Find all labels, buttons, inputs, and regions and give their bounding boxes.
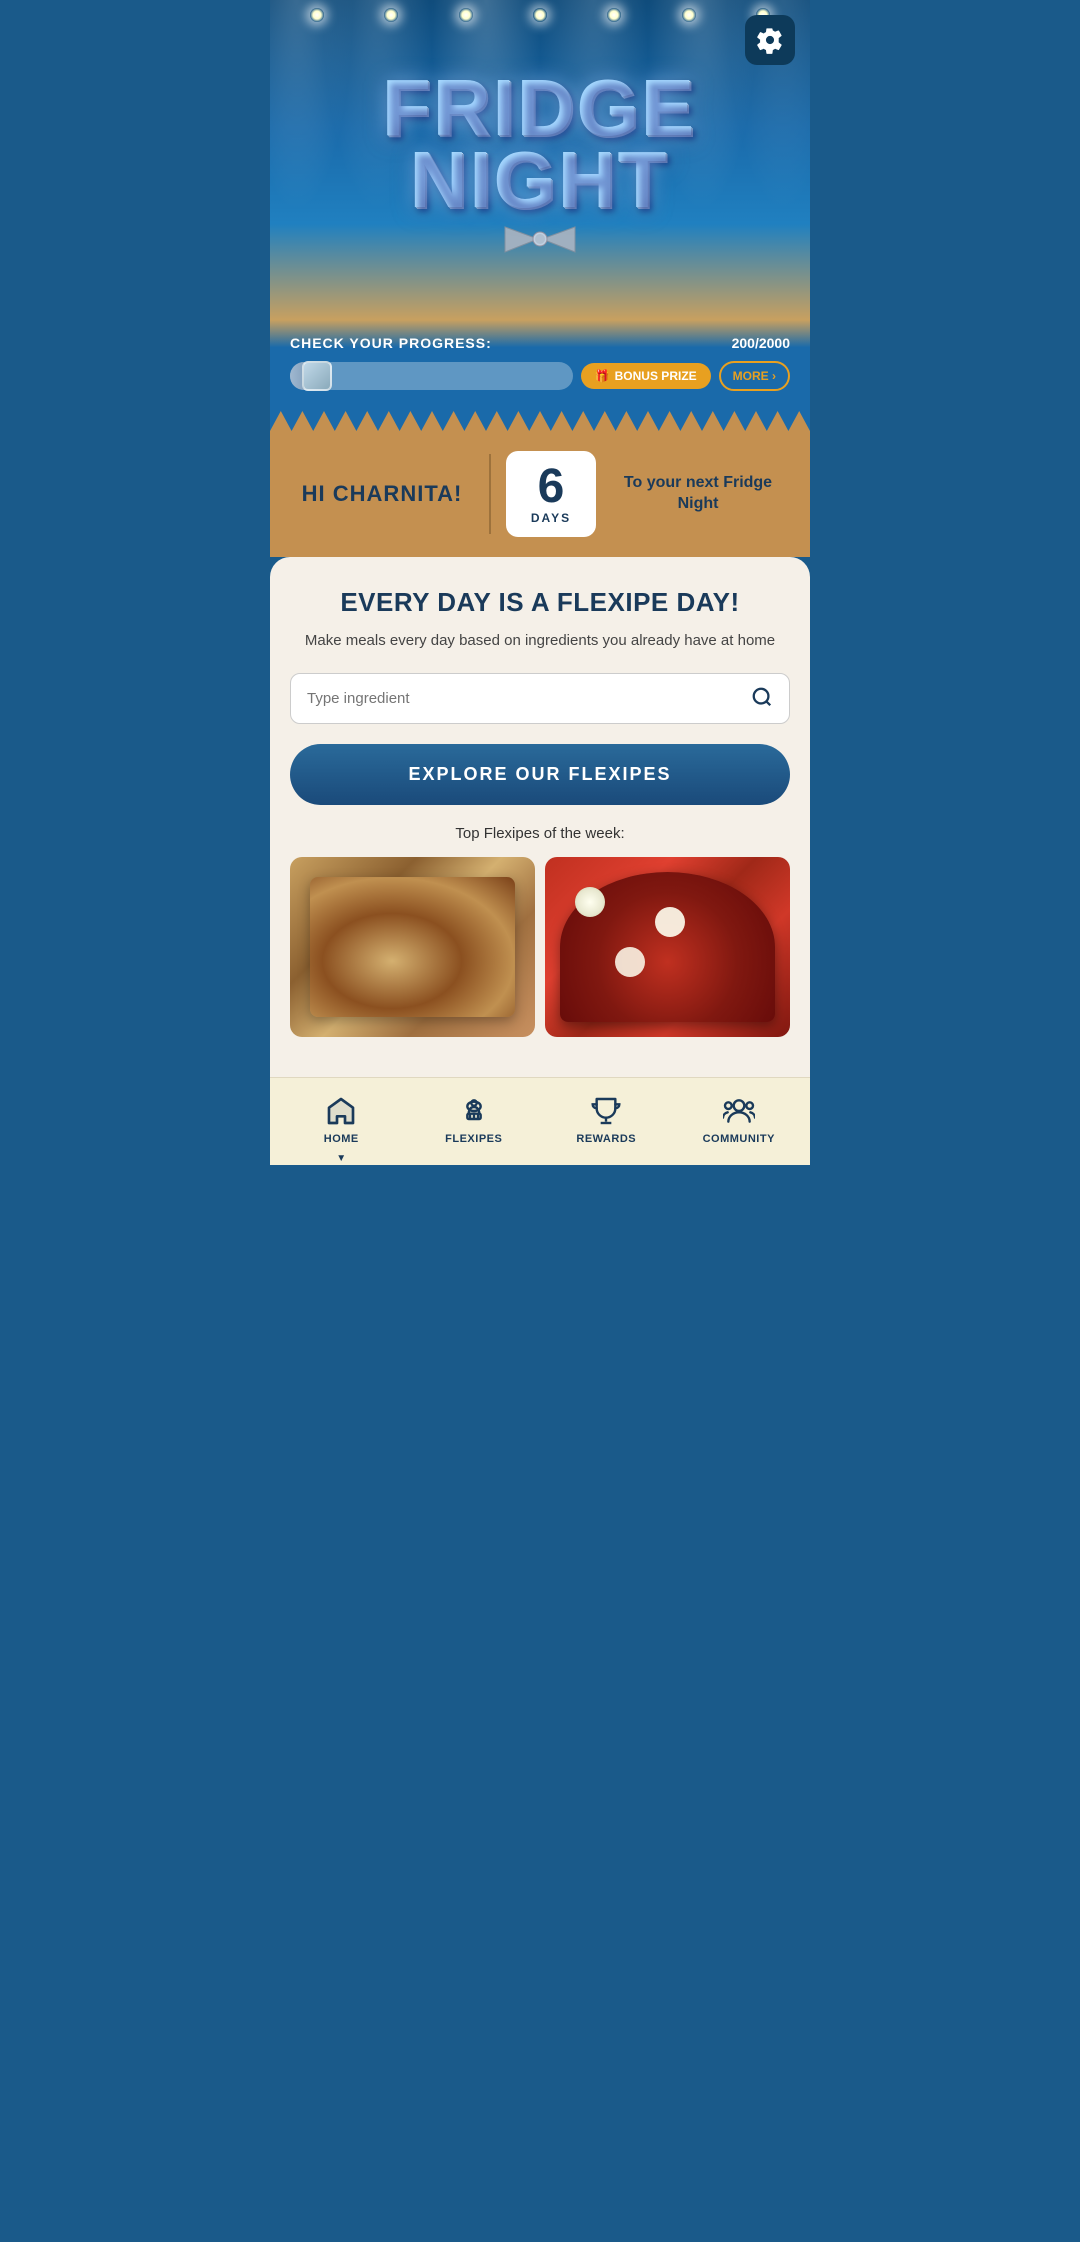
- ticket-top-edge: [270, 411, 810, 431]
- recipe-card[interactable]: [290, 857, 535, 1037]
- ingredient-search-input[interactable]: [307, 690, 751, 707]
- spotlight-dot: [310, 8, 324, 22]
- nav-item-rewards[interactable]: REWARDS: [540, 1088, 673, 1150]
- flexipe-subtitle: Make meals every day based on ingredient…: [290, 630, 790, 653]
- nav-item-home[interactable]: HOME: [275, 1088, 408, 1150]
- nav-flexipes-label: FLEXIPES: [445, 1133, 502, 1145]
- bottom-nav: HOME FLEXIPES: [270, 1077, 810, 1165]
- gear-icon: [756, 26, 784, 54]
- home-icon: [323, 1093, 359, 1129]
- community-svg: [723, 1095, 755, 1127]
- progress-thumb: [302, 361, 332, 391]
- ticket-section: HI CHARNITA! 6 DAYS To your next Fridge …: [270, 411, 810, 557]
- bonus-prize-label: BONUS PRIZE: [615, 369, 697, 383]
- ticket-content: HI CHARNITA! 6 DAYS To your next Fridge …: [270, 431, 810, 557]
- spotlight-dot: [607, 8, 621, 22]
- days-label: DAYS: [524, 511, 578, 525]
- logo-container: FRIDGE NIGHT: [383, 73, 697, 257]
- search-box[interactable]: [290, 673, 790, 724]
- progress-bar-fill: [290, 362, 318, 390]
- bonus-prize-button[interactable]: 🎁 BONUS PRIZE: [581, 363, 711, 389]
- days-number: 6: [524, 463, 578, 511]
- settings-button[interactable]: [745, 15, 795, 65]
- nav-rewards-label: REWARDS: [576, 1133, 636, 1145]
- spotlight-dot: [384, 8, 398, 22]
- progress-label: CHECK YOUR PROGRESS:: [290, 335, 492, 351]
- progress-header: CHECK YOUR PROGRESS: 200/2000: [290, 335, 790, 351]
- trophy-icon: [588, 1093, 624, 1129]
- home-svg: [325, 1095, 357, 1127]
- chef-svg: [458, 1095, 490, 1127]
- progress-bar-container: 🎁 BONUS PRIZE MORE ›: [290, 361, 790, 391]
- trophy-svg: [590, 1095, 622, 1127]
- flexipe-heading: EVERY DAY IS A FLEXIPE DAY!: [290, 587, 790, 618]
- recipe-grid: [290, 857, 790, 1037]
- search-icon-button[interactable]: [751, 686, 773, 711]
- spotlight-dots: [270, 0, 810, 30]
- greeting-text: HI CHARNITA!: [290, 481, 474, 507]
- spotlight-dot: [682, 8, 696, 22]
- spotlight-dot: [459, 8, 473, 22]
- top-flexipes-label: Top Flexipes of the week:: [290, 825, 790, 842]
- spotlight-dot: [533, 8, 547, 22]
- recipe-card[interactable]: [545, 857, 790, 1037]
- ticket-divider: [489, 454, 491, 534]
- logo-fridge: FRIDGE: [383, 73, 697, 145]
- logo-night: NIGHT: [411, 145, 670, 217]
- progress-section: CHECK YOUR PROGRESS: 200/2000 🎁 BONUS PR…: [270, 320, 810, 411]
- progress-bar-track: [290, 362, 573, 390]
- hero-section: FRIDGE NIGHT: [270, 0, 810, 320]
- more-button[interactable]: MORE ›: [719, 361, 790, 391]
- chef-icon: [456, 1093, 492, 1129]
- days-box: 6 DAYS: [506, 451, 596, 537]
- nav-item-flexipes[interactable]: FLEXIPES: [408, 1088, 541, 1150]
- next-fridge-night-text: To your next Fridge Night: [606, 473, 790, 515]
- nav-item-community[interactable]: COMMUNITY: [673, 1088, 806, 1150]
- gift-icon: 🎁: [595, 369, 610, 383]
- progress-count: 200/2000: [732, 335, 790, 351]
- search-icon: [751, 686, 773, 708]
- community-icon: [721, 1093, 757, 1129]
- bow-tie-icon: [500, 222, 580, 257]
- nav-community-label: COMMUNITY: [703, 1133, 775, 1145]
- explore-flexipes-button[interactable]: EXPLORE OUR FLEXIPES: [290, 744, 790, 805]
- main-content: EVERY DAY IS A FLEXIPE DAY! Make meals e…: [270, 557, 810, 1077]
- nav-home-label: HOME: [324, 1133, 359, 1145]
